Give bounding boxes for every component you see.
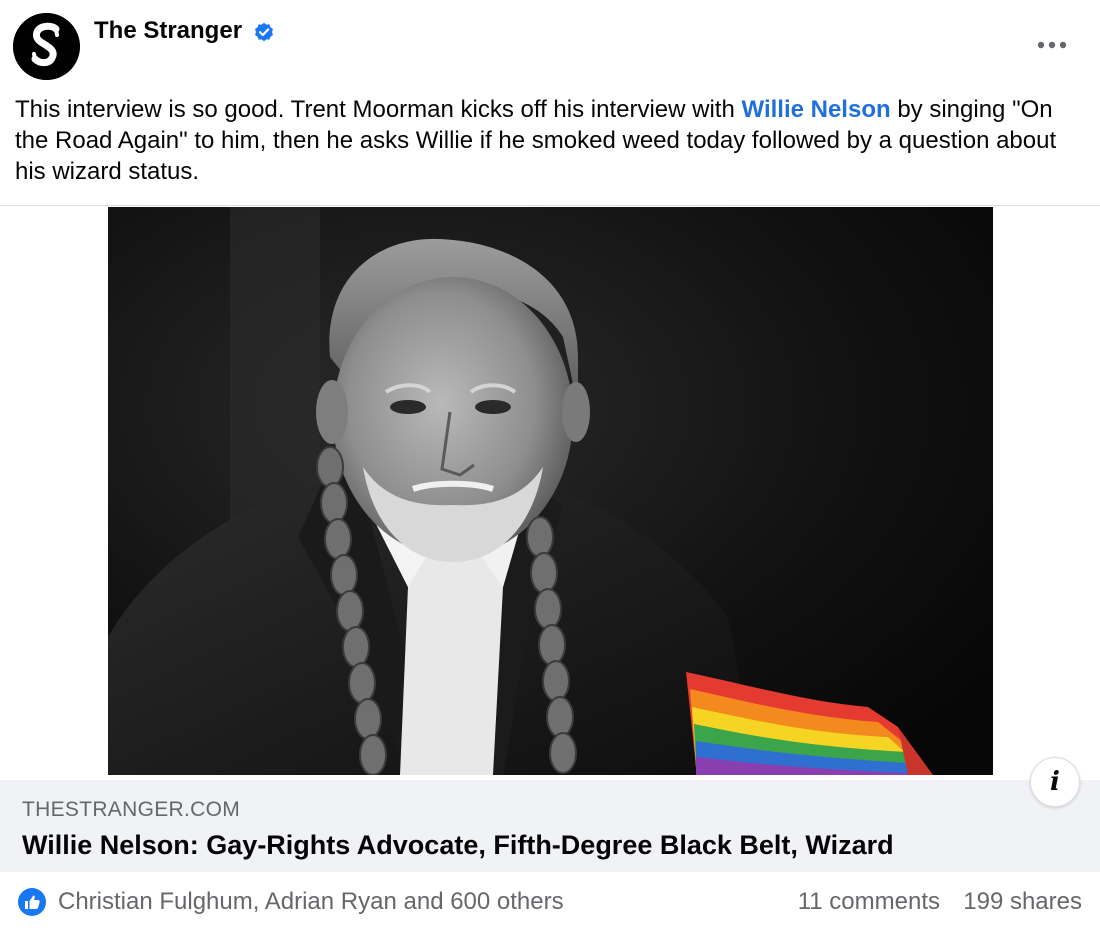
reactors-link[interactable]: Christian Fulghum, Adrian Ryan and 600 o… bbox=[58, 887, 564, 917]
like-reaction-icon bbox=[18, 888, 46, 916]
shares-count[interactable]: 199 shares bbox=[963, 887, 1082, 917]
info-button[interactable]: i bbox=[1030, 757, 1080, 807]
message-text-before: This interview is so good. Trent Moorman… bbox=[15, 96, 742, 123]
page-name-link[interactable]: The Stranger bbox=[94, 16, 242, 46]
comments-count[interactable]: 11 comments bbox=[798, 887, 940, 917]
reactions-bar: Christian Fulghum, Adrian Ryan and 600 o… bbox=[0, 872, 1100, 932]
verified-badge-icon bbox=[254, 22, 274, 42]
more-options-button[interactable] bbox=[1030, 30, 1074, 60]
post-message: This interview is so good. Trent Moorman… bbox=[15, 94, 1090, 187]
page-avatar[interactable] bbox=[13, 13, 80, 80]
link-preview[interactable]: THESTRANGER.COM Willie Nelson: Gay-Right… bbox=[0, 780, 1100, 872]
stranger-s-logo-icon bbox=[13, 13, 80, 80]
photo-black-white-portrait-icon bbox=[108, 207, 993, 775]
link-preview-image[interactable] bbox=[108, 207, 993, 775]
facebook-post: The Stranger This interview is so good. … bbox=[0, 0, 1100, 932]
link-domain: THESTRANGER.COM bbox=[22, 798, 241, 821]
mention-link[interactable]: Willie Nelson bbox=[742, 96, 891, 123]
link-title[interactable]: Willie Nelson: Gay-Rights Advocate, Fift… bbox=[22, 828, 894, 862]
more-options-icon bbox=[1037, 41, 1067, 49]
header-divider bbox=[0, 205, 1100, 206]
